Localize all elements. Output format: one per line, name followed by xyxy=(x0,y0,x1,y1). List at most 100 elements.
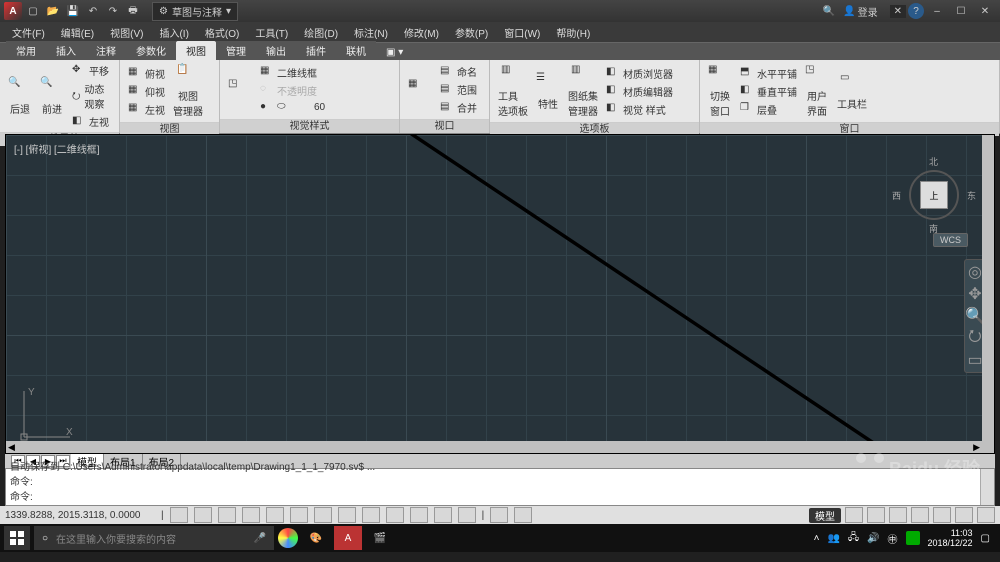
vp-named[interactable]: ▤命名 xyxy=(438,63,479,80)
taskbar-search[interactable]: ○ 在这里输入你要搜索的内容 🎤 xyxy=(34,526,274,550)
taskbar-app-2[interactable]: 🎨 xyxy=(302,526,330,550)
tab-param[interactable]: 参数化 xyxy=(126,41,176,60)
menu-dim[interactable]: 标注(N) xyxy=(346,23,396,42)
status-3dosnap[interactable] xyxy=(290,507,308,523)
tile-horiz[interactable]: ⬒水平平铺 xyxy=(738,65,799,82)
menu-format[interactable]: 格式(O) xyxy=(197,23,247,42)
scroll-right[interactable] xyxy=(982,135,994,441)
tray-network-icon[interactable]: 🖧 xyxy=(848,530,859,547)
nav-wheel-icon[interactable]: ◎ xyxy=(967,264,983,280)
material-editor[interactable]: ◧材质编辑器 xyxy=(604,83,675,100)
status-otrack[interactable] xyxy=(314,507,332,523)
menu-window[interactable]: 窗口(W) xyxy=(496,23,548,42)
tray-up-icon[interactable]: ˄ xyxy=(814,533,820,544)
zoom-forward[interactable]: 🔍前进 xyxy=(38,75,66,118)
close-button[interactable]: ✕ xyxy=(974,2,996,20)
viewport-controls[interactable]: [-] [俯视] [二维线框] xyxy=(14,141,100,156)
nav-zoom-icon[interactable]: 🔍 xyxy=(967,308,983,324)
status-qp[interactable] xyxy=(434,507,452,523)
properties-palette[interactable]: ☰特性 xyxy=(534,70,562,113)
tool-palette[interactable]: ▥工具 选项板 xyxy=(496,62,530,120)
mic-icon[interactable]: 🎤 xyxy=(254,533,266,544)
cmd-prompt[interactable]: 命令: xyxy=(10,488,978,503)
switch-window[interactable]: ▦切换 窗口 xyxy=(706,62,734,120)
status-misc[interactable] xyxy=(514,507,532,523)
orbit-btn[interactable]: ⭮动态观察 xyxy=(70,80,113,112)
tab-insert[interactable]: 插入 xyxy=(46,41,86,60)
menu-tool[interactable]: 工具(T) xyxy=(247,23,296,42)
menu-edit[interactable]: 编辑(E) xyxy=(53,23,102,42)
menu-insert[interactable]: 插入(I) xyxy=(151,23,196,42)
menu-help[interactable]: 帮助(H) xyxy=(548,23,598,42)
taskbar-clock[interactable]: 11:03 2018/12/22 xyxy=(928,528,973,548)
drawing-viewport[interactable]: [-] [俯视] [二维线框] Y X 上 北 南 东 西 WCS ◎ ✥ 🔍 … xyxy=(5,134,995,454)
menu-param[interactable]: 参数(P) xyxy=(447,23,496,42)
left-view[interactable]: ▦左视 xyxy=(126,101,167,118)
status-annoscale[interactable] xyxy=(845,507,863,523)
status-coords[interactable]: 1339.8288, 2015.3118, 0.0000 xyxy=(5,510,155,521)
status-snap[interactable] xyxy=(170,507,188,523)
tab-manage[interactable]: 管理 xyxy=(216,41,256,60)
vp-extent[interactable]: ▤范围 xyxy=(438,81,479,98)
wcs-badge[interactable]: WCS xyxy=(933,233,968,247)
qat-print[interactable]: 🖶 xyxy=(124,2,142,20)
viewport-config[interactable]: ▦ xyxy=(406,76,434,104)
maximize-button[interactable]: ☐ xyxy=(950,2,972,20)
menu-draw[interactable]: 绘图(D) xyxy=(296,23,346,42)
command-line[interactable]: 自动保存到 C:\Users\Administrator\appdata\loc… xyxy=(5,468,995,506)
tray-people-icon[interactable]: 👥 xyxy=(827,533,839,544)
status-dyn[interactable] xyxy=(362,507,380,523)
taskbar-app-4[interactable]: 🎬 xyxy=(366,526,394,550)
status-model-space[interactable]: 模型 xyxy=(809,508,841,523)
status-lwt[interactable] xyxy=(386,507,404,523)
search-field[interactable]: 🔍 xyxy=(823,6,835,17)
left-view-btn[interactable]: ◧左视 xyxy=(70,113,113,130)
status-lock[interactable] xyxy=(911,507,929,523)
bottom-view[interactable]: ▦仰视 xyxy=(126,83,167,100)
status-annovis[interactable] xyxy=(867,507,885,523)
tray-app-icon[interactable] xyxy=(906,531,920,545)
scroll-bottom[interactable]: ◀ ▶ xyxy=(6,441,994,453)
qat-open[interactable]: 📂 xyxy=(44,2,62,20)
scroll-left-arrow[interactable]: ◀ xyxy=(8,442,15,453)
notifications-icon[interactable]: ▢ xyxy=(981,533,990,544)
user-interface[interactable]: ◳用户 界面 xyxy=(803,62,831,120)
tile-vert[interactable]: ◧垂直平铺 xyxy=(738,83,799,100)
menu-modify[interactable]: 修改(M) xyxy=(396,23,447,42)
status-isolate[interactable] xyxy=(955,507,973,523)
nav-pan-icon[interactable]: ✥ xyxy=(967,286,983,302)
tab-online[interactable]: 联机 xyxy=(336,41,376,60)
zoom-back[interactable]: 🔍后退 xyxy=(6,75,34,118)
vp-join[interactable]: ▤合并 xyxy=(438,99,479,116)
material-browser[interactable]: ◧材质浏览器 xyxy=(604,65,675,82)
status-ws-switch[interactable] xyxy=(889,507,907,523)
sheetset-manager[interactable]: ▥图纸集 管理器 xyxy=(566,62,600,120)
tab-output[interactable]: 输出 xyxy=(256,41,296,60)
toolbars[interactable]: ▭工具栏 xyxy=(835,70,869,113)
status-hw[interactable] xyxy=(933,507,951,523)
pan-btn[interactable]: ✥平移 xyxy=(70,62,113,79)
nav-orbit-icon[interactable]: ⭮ xyxy=(967,330,983,346)
help-button[interactable]: ? xyxy=(908,3,924,19)
qat-new[interactable]: ▢ xyxy=(24,2,42,20)
start-button[interactable] xyxy=(4,526,30,550)
tab-annotate[interactable]: 注释 xyxy=(86,41,126,60)
nav-showmotion-icon[interactable]: ▭ xyxy=(967,352,983,368)
qat-redo[interactable]: ↷ xyxy=(104,2,122,20)
status-osnap[interactable] xyxy=(266,507,284,523)
visual-style-gallery[interactable]: ◳ xyxy=(226,76,254,104)
taskbar-app-3[interactable]: A xyxy=(334,526,362,550)
top-view[interactable]: ▦俯视 xyxy=(126,65,167,82)
menu-file[interactable]: 文件(F) xyxy=(4,23,53,42)
menu-view[interactable]: 视图(V) xyxy=(102,23,151,42)
cascade[interactable]: ❐层叠 xyxy=(738,101,799,118)
tray-ime-icon[interactable]: ㊥ xyxy=(888,531,898,546)
status-polar[interactable] xyxy=(242,507,260,523)
scroll-right-arrow[interactable]: ▶ xyxy=(973,442,980,453)
status-model[interactable] xyxy=(490,507,508,523)
login-label[interactable]: 登录 xyxy=(858,4,878,19)
view-cube[interactable]: 上 北 南 东 西 xyxy=(904,165,964,225)
tab-home[interactable]: 常用 xyxy=(6,41,46,60)
tab-view[interactable]: 视图 xyxy=(176,41,216,60)
tab-addin[interactable]: 插件 xyxy=(296,41,336,60)
